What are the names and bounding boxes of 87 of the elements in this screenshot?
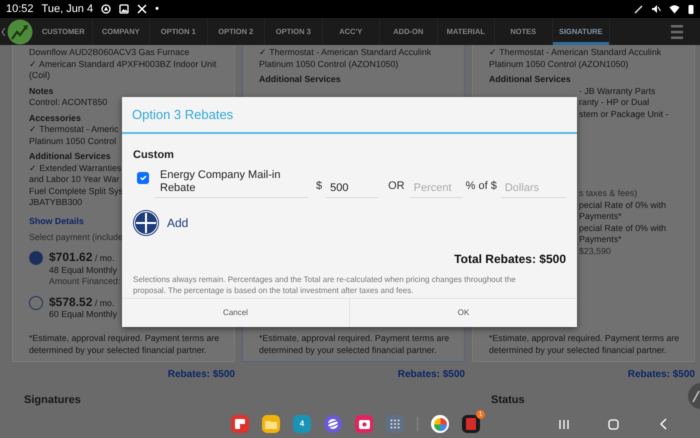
note-text: Selections always remain. Percentages and the Total are re-calculated when pricing changes throughout the proposal. The percentage is based on the total investment after taxes and fees. [133, 274, 517, 296]
tools-icon [137, 4, 148, 14]
show-details-link[interactable]: Show Details [29, 216, 84, 227]
section-heading: Accessories [29, 112, 81, 124]
detail-text: Platinum 1050 Control (AZON1050) [489, 58, 628, 70]
home-icon[interactable] [608, 418, 619, 430]
detail-text: ranty - HP or Dual [579, 97, 650, 108]
radio-button[interactable] [29, 251, 43, 265]
section-title: Status [491, 394, 525, 406]
book-icon[interactable] [462, 415, 480, 433]
pinwheel-icon[interactable] [431, 415, 449, 433]
calendar-icon[interactable]: 4 [293, 415, 311, 433]
detail-text: JBATYBB300 [29, 197, 82, 208]
percent-of-label: % of $ [466, 179, 497, 194]
detail-text: ✓ Thermostat - Americ [29, 124, 118, 136]
payment-hint: $23,590 [579, 246, 611, 257]
detail-text: - JB Warranty Parts [579, 86, 656, 97]
payment-terms: 48 Equal Monthly [49, 264, 117, 276]
battery-icon [688, 4, 694, 14]
total-rebates: Total Rebates: $500 [453, 250, 566, 268]
detail-text: Payments* [579, 211, 622, 222]
payment-amount: $701.62 / mo. [49, 250, 114, 264]
sync-icon [101, 4, 112, 14]
payment-terms: 60 Equal Monthly [49, 309, 117, 320]
rebate-name-field[interactable]: Energy Company Mail-in Rebate [155, 168, 308, 198]
payment-amount: $578.52 / mo. [49, 294, 114, 309]
camera-icon[interactable] [355, 415, 373, 433]
footnote: *Estimate, approval required. Payment terms are determined by your selected financial partner. [259, 332, 450, 356]
section-heading: Additional Services [259, 74, 341, 86]
image-icon [119, 4, 130, 14]
detail-text: Control: ACONT850 [29, 97, 108, 108]
payment-hint: Select payment (include [29, 232, 123, 243]
radio-button[interactable] [29, 296, 43, 310]
section-heading: Additional Services [489, 74, 571, 86]
payment-hint: s taxes & fees) [579, 188, 638, 200]
recents-icon[interactable] [559, 418, 569, 430]
wifi-icon [669, 4, 680, 14]
amount-financed: Amount Financed: [49, 276, 120, 288]
dialog-button[interactable]: OK [349, 299, 577, 327]
detail-text: Downflow AUD2B060ACV3 Gas Furnace [29, 47, 190, 58]
section-title: Signatures [24, 394, 81, 406]
footnote: *Estimate, approval required. Payment terms are determined by your selected financial partner. [489, 332, 680, 356]
rebates-link[interactable]: Rebates: $500 [168, 369, 235, 380]
planet-icon[interactable] [324, 415, 342, 433]
back-icon[interactable] [659, 418, 667, 430]
plus-icon [133, 210, 159, 236]
checkbox[interactable] [137, 172, 149, 184]
detail-text: and Labor 10 Year War [29, 174, 120, 186]
logo-icon[interactable] [7, 18, 33, 44]
edit-icon[interactable] [688, 383, 700, 409]
clock: 10:52 [6, 2, 34, 17]
app-grid-icon[interactable] [386, 415, 404, 433]
detail-text: Fuel Complete Split Sys [29, 186, 123, 197]
detail-text: pecial Rate of 0% with [579, 200, 666, 211]
mute-icon [651, 4, 661, 14]
detail-text: Payments* [579, 234, 622, 246]
add-label[interactable]: Add [167, 214, 188, 232]
note-app-icon[interactable] [231, 415, 249, 433]
detail-text: Platinum 1050 Control [29, 136, 116, 147]
section-heading: Additional Services [29, 151, 111, 162]
currency-label: $ [316, 179, 322, 194]
menu-icon[interactable] [671, 24, 683, 40]
amount-field[interactable]: 500 [326, 180, 378, 198]
back-chevron-icon[interactable] [1, 26, 6, 36]
dialog-button[interactable]: Cancel [122, 299, 349, 327]
folder-icon[interactable] [262, 415, 280, 433]
dollars-field[interactable]: Dollars [500, 180, 566, 198]
notification-dot: • [155, 2, 159, 17]
detail-text: ✓ Extended Warranties [29, 162, 122, 174]
rebates-link[interactable]: Rebates: $500 [628, 369, 695, 380]
section-heading: Custom [133, 148, 175, 163]
footnote: *Estimate, approval required. Payment terms are determined by your selected financial partner. [29, 332, 220, 356]
detail-text: (Coil) [29, 70, 50, 82]
or-label: OR [388, 179, 405, 194]
add-button[interactable] [133, 210, 159, 236]
detail-text: ✓ Thermostat - American Standard Acculink [489, 47, 662, 58]
stylus-icon [634, 4, 643, 14]
section-heading: Notes [29, 86, 54, 97]
detail-text: ✓ Thermostat - American Standard Acculink [259, 47, 432, 58]
detail-text: ✓ American Standard 4PXFH003BZ Indoor Unit [29, 58, 216, 70]
detail-text: Platinum 1050 Control (AZON1050) [259, 58, 398, 70]
rebates-link[interactable]: Rebates: $500 [398, 369, 465, 380]
percent-field[interactable]: Percent [410, 180, 463, 198]
detail-text: stem or Package Unit - [579, 108, 668, 120]
detail-text: pecial Rate of 0% with [579, 222, 666, 234]
dialog-title: Option 3 Rebates [122, 97, 577, 134]
date: Tue, Jun 4 [42, 2, 94, 17]
